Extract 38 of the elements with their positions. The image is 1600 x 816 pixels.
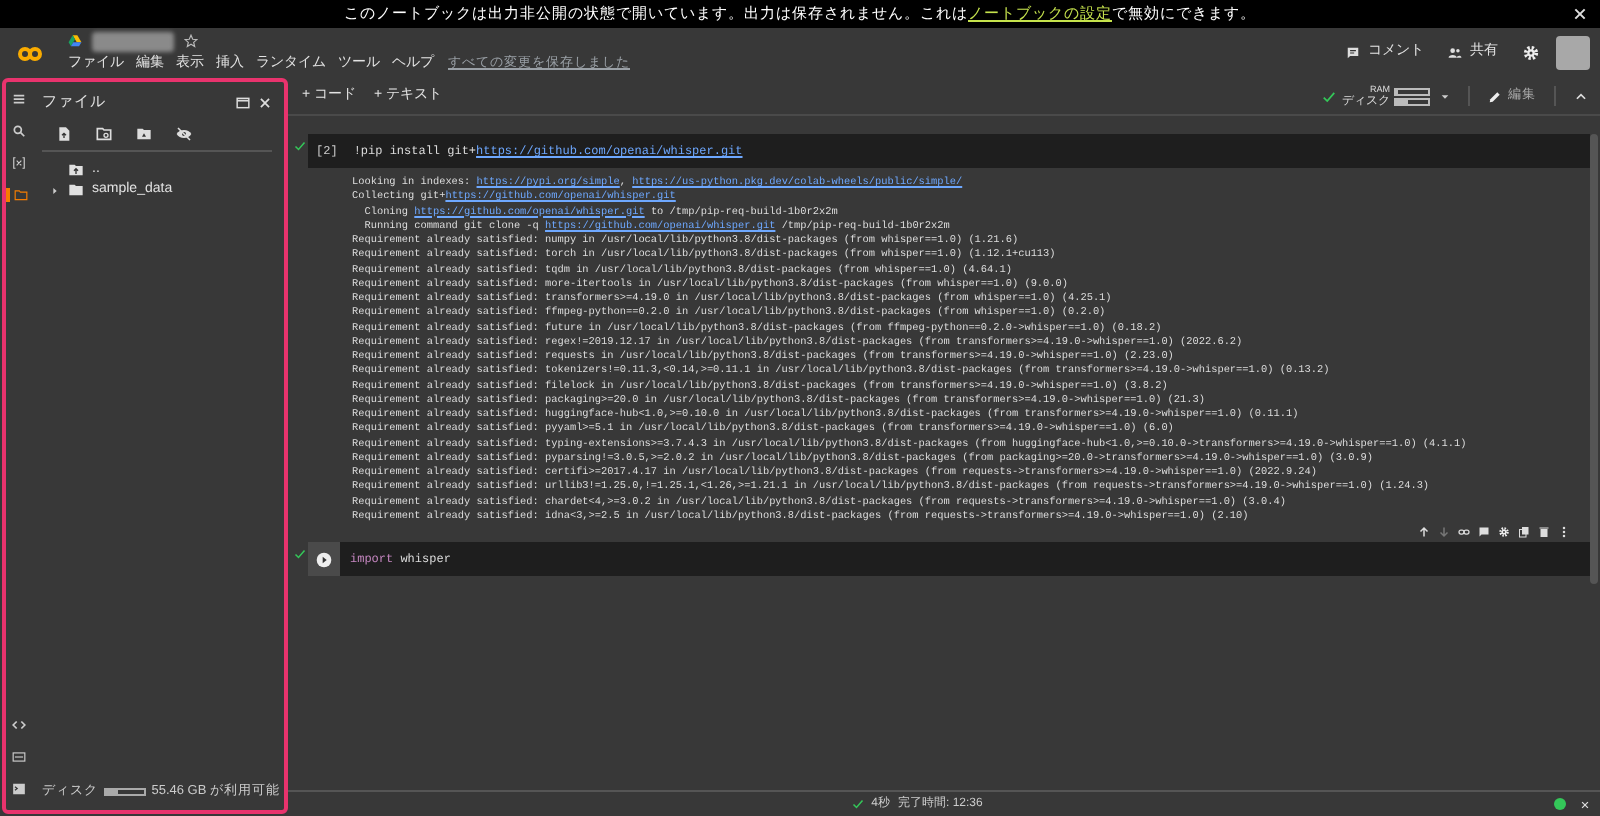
delete-icon[interactable] — [1538, 526, 1550, 538]
terminal-icon[interactable] — [12, 782, 26, 796]
close-icon[interactable] — [1580, 799, 1591, 809]
file-upload-icon[interactable] — [56, 126, 72, 142]
play-icon — [316, 551, 332, 567]
close-icon[interactable] — [258, 95, 272, 109]
folder-refresh-icon[interactable] — [96, 126, 112, 142]
drive-icon — [68, 34, 82, 49]
run-button[interactable] — [308, 542, 340, 576]
arrow-down-icon[interactable] — [1438, 526, 1450, 538]
more-icon[interactable] — [1558, 526, 1570, 538]
folder-icon — [68, 182, 84, 198]
star-icon — [184, 34, 198, 49]
popout-icon[interactable] — [236, 95, 250, 109]
logo-icon — [12, 41, 48, 65]
collapse-icon[interactable] — [1574, 89, 1588, 103]
pencil-icon — [1488, 89, 1502, 103]
search-icon[interactable] — [12, 124, 26, 138]
settings-icon[interactable] — [1498, 526, 1510, 538]
copy-icon[interactable] — [1518, 526, 1530, 538]
arrow-up-icon[interactable] — [1418, 526, 1430, 538]
variables-icon[interactable] — [12, 156, 26, 170]
settings-icon[interactable] — [1522, 44, 1540, 62]
keyboard-icon[interactable] — [12, 750, 26, 764]
disk-usage-bar — [104, 788, 146, 796]
dropdown-icon[interactable] — [1440, 91, 1450, 101]
menu-icon[interactable] — [12, 92, 26, 106]
people-icon — [1448, 46, 1462, 60]
hidden-eye-icon[interactable] — [176, 126, 192, 142]
folder-up-icon — [68, 162, 84, 178]
comment-icon — [1346, 46, 1360, 60]
link-icon[interactable] — [1458, 526, 1470, 538]
blurred-title — [92, 31, 174, 52]
folder-icon[interactable] — [14, 188, 28, 202]
close-icon[interactable] — [1572, 6, 1588, 22]
drive-folder-icon[interactable] — [136, 126, 152, 142]
code-icon[interactable] — [12, 718, 26, 732]
comment-icon[interactable] — [1478, 526, 1490, 538]
